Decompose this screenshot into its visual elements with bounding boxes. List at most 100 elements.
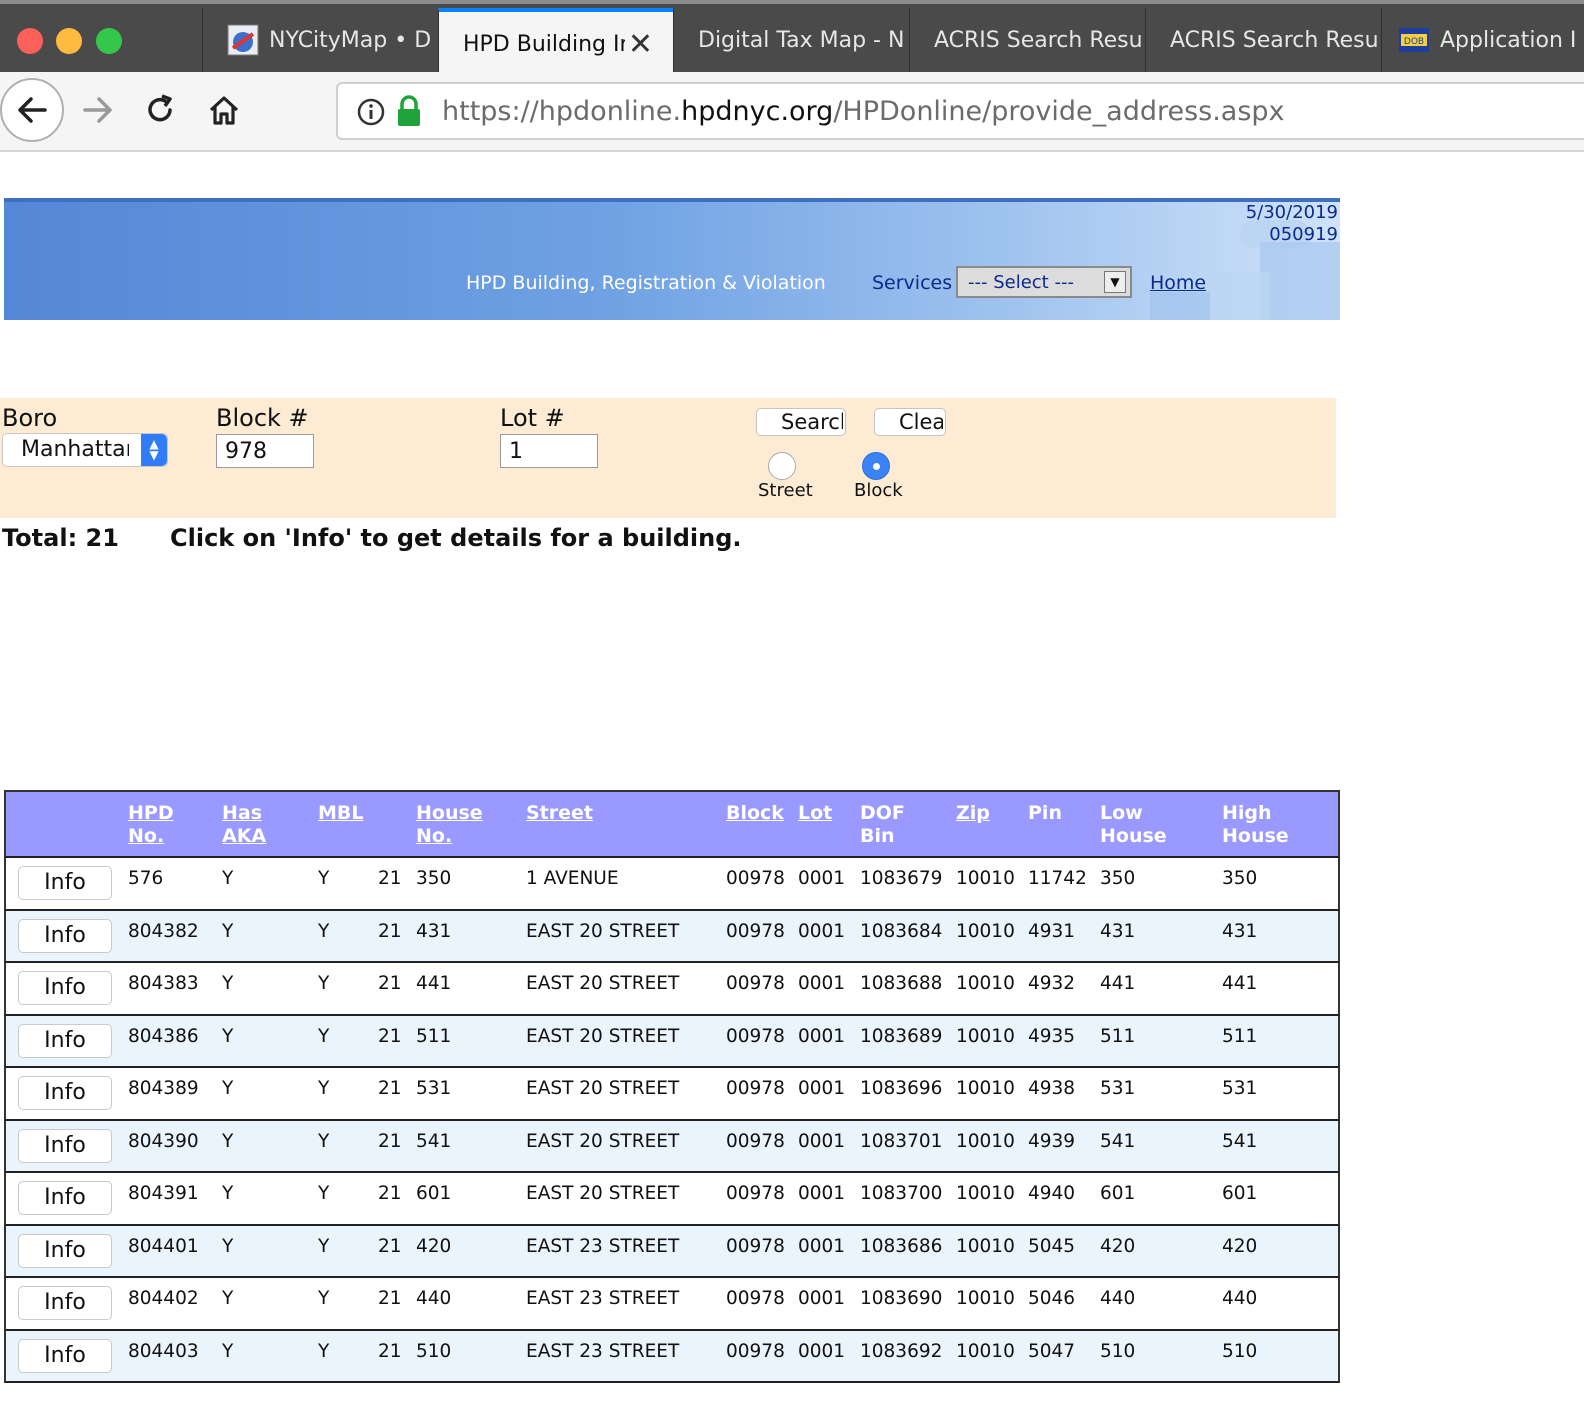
- table-row: Info 804391 Y Y 21 601 EAST 20 STREET 00978 0001…: [4, 1173, 1340, 1226]
- cell-mbl-num: 21: [378, 920, 402, 942]
- cell-mbl-num: 21: [378, 868, 402, 889]
- radio-block[interactable]: [862, 452, 890, 480]
- forward-arrow-icon: [83, 97, 112, 123]
- cell-hpd-no: 804391: [128, 1183, 199, 1204]
- cell-lot: 0001: [798, 1025, 846, 1047]
- cell-hpd-no: 804403: [128, 1340, 199, 1362]
- info-button[interactable]: Info: [18, 1181, 112, 1215]
- info-button[interactable]: Info: [18, 1233, 112, 1268]
- cell-pin: 4931: [1028, 920, 1076, 942]
- table-row: Info 804403 Y Y 21 510 EAST 23 STREET 00978 0001…: [4, 1330, 1340, 1383]
- header-hpd-no[interactable]: HPD No.: [128, 802, 174, 848]
- header-pin: Pin: [1028, 802, 1062, 824]
- table-row: Info 804382 Y Y 21 431 EAST 20 STREET 00978 0001…: [4, 910, 1340, 963]
- cell-lot: 0001: [798, 868, 846, 889]
- radio-block-label: Block: [854, 480, 903, 501]
- table-row: Info 804402 Y Y 21 440 EAST 23 STREET 00978 0001…: [4, 1278, 1340, 1331]
- cell-dof-bin: 1083688: [860, 973, 943, 994]
- tab-label: ACRIS Search Resu: [934, 27, 1143, 53]
- info-button[interactable]: Info: [18, 1338, 112, 1373]
- cell-block: 00978: [726, 868, 785, 889]
- clear-button[interactable]: Clear: [874, 408, 946, 436]
- cell-has-aka: Y: [222, 973, 234, 994]
- header-lot[interactable]: Lot: [798, 802, 832, 825]
- cell-low-house: 541: [1100, 1130, 1136, 1152]
- block-input[interactable]: 978: [216, 434, 314, 468]
- header-block[interactable]: Block: [726, 802, 784, 825]
- close-tab-icon[interactable]: ✕: [628, 30, 653, 60]
- cell-house-no: 420: [416, 1235, 452, 1257]
- tab-acris-2[interactable]: ACRIS Search Resu: [1145, 8, 1381, 72]
- home-link[interactable]: Home: [1150, 272, 1206, 294]
- select-stepper-icon: ▲ ▼: [141, 434, 167, 466]
- home-button[interactable]: [192, 78, 256, 142]
- radio-street[interactable]: [768, 452, 796, 480]
- cell-lot: 0001: [798, 920, 846, 942]
- header-mbl[interactable]: MBL: [318, 802, 364, 825]
- cell-zip: 10010: [956, 1078, 1015, 1099]
- header-dof-bin: DOF Bin: [860, 802, 905, 847]
- lot-input[interactable]: 1: [500, 434, 598, 468]
- cell-low-house: 511: [1100, 1025, 1136, 1047]
- header-has-aka[interactable]: Has AKA: [222, 802, 266, 848]
- cell-hpd-no: 804382: [128, 920, 199, 942]
- cell-lot: 0001: [798, 1130, 846, 1152]
- cell-block: 00978: [726, 1288, 785, 1309]
- block-label: Block #: [216, 404, 309, 432]
- cell-low-house: 350: [1100, 868, 1136, 889]
- cell-zip: 10010: [956, 1025, 1015, 1047]
- header-street[interactable]: Street: [526, 802, 593, 825]
- services-select-value: --- Select ---: [968, 272, 1074, 293]
- info-button[interactable]: Info: [18, 1286, 112, 1320]
- info-button[interactable]: Info: [18, 918, 112, 953]
- cell-mbl-num: 21: [378, 1340, 402, 1362]
- zoom-window-button[interactable]: [96, 28, 122, 54]
- reload-button[interactable]: [128, 78, 192, 142]
- cell-house-no: 440: [416, 1288, 452, 1309]
- cell-mbl: Y: [318, 1288, 330, 1309]
- search-panel: Boro Manhattan ▲ ▼ Block # 978 Lot # 1 Se…: [0, 398, 1336, 518]
- home-icon: [209, 96, 239, 125]
- cell-mbl-num: 21: [378, 1025, 402, 1047]
- info-button[interactable]: Info: [18, 1128, 112, 1163]
- header-house-no[interactable]: House No.: [416, 802, 483, 848]
- info-button[interactable]: Info: [18, 1023, 112, 1058]
- cell-high-house: 511: [1222, 1025, 1258, 1047]
- clear-button-label: Clear: [899, 410, 943, 434]
- tab-hpd-building[interactable]: HPD Building In ✕: [438, 8, 673, 76]
- table-row: Info 804389 Y Y 21 531 EAST 20 STREET 00978 0001…: [4, 1068, 1340, 1121]
- info-button[interactable]: Info: [18, 866, 112, 900]
- info-icon[interactable]: [356, 97, 386, 127]
- forward-button[interactable]: [66, 78, 130, 142]
- tab-dob-application[interactable]: DOB Application I: [1381, 8, 1584, 72]
- lock-icon[interactable]: [396, 94, 422, 128]
- cell-low-house: 531: [1100, 1078, 1136, 1099]
- tab-nycitymap[interactable]: NYCityMap • D: [202, 8, 438, 72]
- cell-lot: 0001: [798, 1078, 846, 1099]
- browser-navbar: https://hpdonline.hpdnyc.org/HPDonline/p…: [0, 72, 1584, 152]
- cell-mbl-num: 21: [378, 1078, 402, 1099]
- services-select[interactable]: --- Select --- ▼: [956, 266, 1132, 298]
- tab-acris-1[interactable]: ACRIS Search Resu: [909, 8, 1145, 72]
- cell-mbl: Y: [318, 1025, 330, 1047]
- info-button[interactable]: Info: [18, 971, 112, 1005]
- cell-block: 00978: [726, 1183, 785, 1204]
- header-zip[interactable]: Zip: [956, 802, 990, 825]
- cell-lot: 0001: [798, 973, 846, 994]
- cell-house-no: 441: [416, 973, 452, 994]
- hpd-header-banner: 5/30/2019 050919 HPD Building, Registrat…: [4, 198, 1340, 320]
- cell-block: 00978: [726, 1235, 785, 1257]
- info-button[interactable]: Info: [18, 1076, 112, 1110]
- tab-digital-tax-map[interactable]: Digital Tax Map - N: [673, 8, 909, 72]
- cell-pin: 4938: [1028, 1078, 1076, 1099]
- cell-house-no: 541: [416, 1130, 452, 1152]
- cell-house-no: 511: [416, 1025, 452, 1047]
- back-button[interactable]: [0, 78, 64, 142]
- boro-select[interactable]: Manhattan ▲ ▼: [2, 433, 168, 467]
- cell-has-aka: Y: [222, 1078, 234, 1099]
- close-window-button[interactable]: [17, 28, 43, 54]
- table-header: HPD No. Has AKA MBL House No. Street Block …: [4, 790, 1340, 858]
- minimize-window-button[interactable]: [56, 28, 82, 54]
- address-bar[interactable]: https://hpdonline.hpdnyc.org/HPDonline/p…: [336, 82, 1584, 140]
- search-button[interactable]: Search: [756, 408, 846, 436]
